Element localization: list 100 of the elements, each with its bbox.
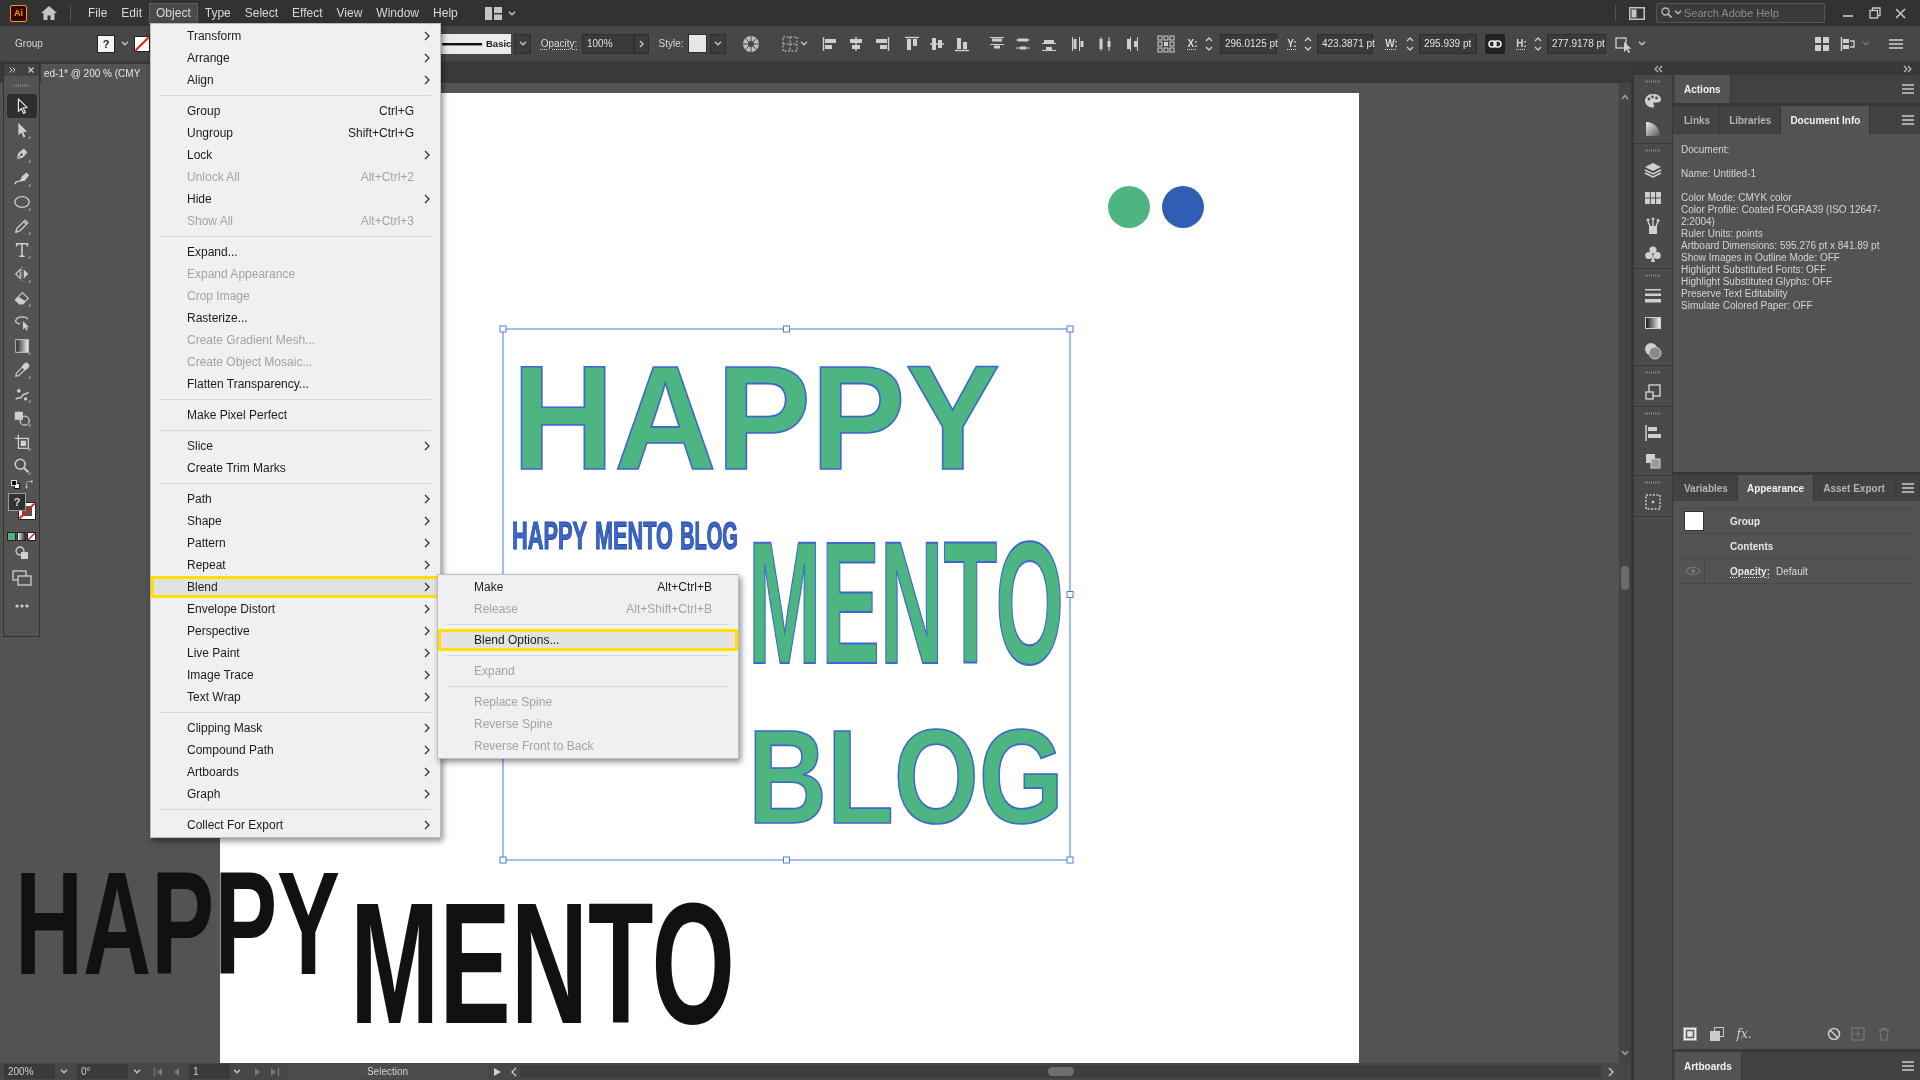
menu-item[interactable]: Object [149,2,198,24]
menu-item[interactable]: Repeat [151,554,440,576]
resize-handle[interactable] [783,856,790,864]
caret-down-icon[interactable] [60,1069,68,1074]
collapse-panels-icon[interactable] [1653,64,1663,73]
scrollbar-thumb[interactable] [1621,566,1629,590]
menu-item[interactable]: Pattern [151,532,440,554]
menu-item[interactable]: Make Alt+Ctrl+B [438,576,738,598]
caret-down-icon[interactable] [120,41,129,46]
menu-item[interactable]: Live Paint [151,642,440,664]
layered-squares-icon[interactable] [1710,1027,1724,1041]
panel-tab[interactable]: Artboards [1675,1052,1742,1080]
artboard-number-field[interactable]: 1 [189,1064,230,1079]
caret-down-icon[interactable] [1638,41,1646,46]
caret-down-icon[interactable] [133,1069,141,1074]
align-to-icon[interactable] [1840,35,1856,52]
caret-down-icon[interactable] [1674,10,1682,15]
menu-item[interactable]: Clipping Mask [151,717,440,739]
height-label[interactable]: H: [1516,38,1527,49]
menu-item[interactable]: Ungroup Shift+Ctrl+G [151,122,440,144]
vertical-scrollbar[interactable] [1619,83,1631,1063]
color-guide-icon[interactable] [1643,119,1663,139]
brush-dropdown[interactable]: Basic [441,33,511,54]
menu-item[interactable]: Hide [151,188,440,210]
panel-tab[interactable]: Actions [1675,75,1731,103]
resize-handle[interactable] [499,856,507,864]
menu-item[interactable]: Transform [151,25,440,47]
menu-item[interactable]: Path [151,488,440,510]
default-colors-icon[interactable] [11,479,20,489]
menu-item[interactable]: Edit [114,2,150,24]
workspace-layout-icon[interactable] [485,6,502,20]
menu-item[interactable]: Group Ctrl+G [151,100,440,122]
more-dots-icon[interactable] [14,604,29,608]
caret-down-icon[interactable] [800,41,808,46]
menu-item[interactable]: Lock [151,144,440,166]
style-swatch-icon[interactable] [688,34,707,53]
none-mode-icon[interactable] [27,531,36,541]
height-field[interactable]: 277.9178 pt [1547,33,1606,54]
menu-item[interactable]: Slice [151,435,440,457]
appearance-item[interactable]: Contents [1730,540,1774,552]
transform-icon[interactable] [1643,382,1663,402]
width-field[interactable]: 295.939 pt [1419,33,1477,54]
transform-grid-icon[interactable] [782,35,798,52]
constrain-proportions-button[interactable] [1485,33,1505,54]
transparency-icon[interactable] [1643,341,1663,361]
x-label[interactable]: X: [1187,38,1198,49]
grip-handle-icon[interactable] [13,83,30,87]
distribute-top-icon[interactable] [989,35,1005,52]
style-menu-button[interactable] [710,33,726,54]
menu-item[interactable]: Create Trim Marks [151,457,440,479]
align-icon[interactable] [1643,423,1663,443]
grip-handle-icon[interactable] [1645,411,1661,415]
align-horizontal-center-icon[interactable] [848,35,864,52]
color-wheel-icon[interactable] [742,34,760,53]
menu-item[interactable]: Shape [151,510,440,532]
grip-handle-icon[interactable] [1645,148,1661,152]
double-chevron-icon[interactable] [9,67,16,73]
appearance-item[interactable]: Group [1730,515,1760,527]
reference-point-icon[interactable] [1157,34,1175,53]
menu-item[interactable]: Perspective [151,620,440,642]
menu-item[interactable]: Compound Path [151,739,440,761]
resize-handle[interactable] [499,325,507,333]
chevron-right-icon[interactable] [1606,1066,1616,1077]
resize-handle[interactable] [1066,325,1074,333]
artboards-icon[interactable] [1643,492,1663,512]
stroke-swatch-icon[interactable] [134,35,150,52]
chevron-down-icon[interactable] [1621,1050,1629,1056]
menu-item[interactable]: Image Trace [151,664,440,686]
distribute-left-icon[interactable] [1071,35,1087,52]
align-right-icon[interactable] [874,35,890,52]
y-label[interactable]: Y: [1287,38,1297,49]
menu-item[interactable]: Blend [151,576,440,598]
align-top-icon[interactable] [904,35,920,52]
resize-handle[interactable] [1066,591,1074,598]
gradient-mode-icon[interactable] [17,531,26,541]
width-label[interactable]: W: [1385,38,1398,49]
panel-tab[interactable]: Document Info [1781,106,1871,134]
caret-down-icon[interactable] [233,1069,241,1074]
menu-item[interactable]: Rasterize... [151,307,440,329]
menu-item[interactable]: Arrange [151,47,440,69]
club-icon[interactable] [1643,244,1663,264]
pathfinder-icon[interactable] [1643,451,1663,471]
rotation-field[interactable]: 0° [77,1064,128,1079]
layers-icon[interactable] [1643,160,1663,180]
new-art-icon[interactable] [1683,1027,1697,1041]
scrollbar-thumb[interactable] [1048,1067,1074,1076]
menu-item[interactable]: Expand... [151,241,440,263]
caret-down-icon[interactable] [518,41,527,46]
grip-handle-icon[interactable] [1645,273,1661,277]
menu-item[interactable]: Text Wrap [151,686,440,708]
transform-options-icon[interactable] [1615,34,1633,53]
menu-item[interactable]: Envelope Distort [151,598,440,620]
brush-menu-button[interactable] [514,33,531,54]
grip-handle-icon[interactable] [1645,79,1661,83]
menu-item[interactable]: Help [426,2,465,24]
no-sign-icon[interactable] [1827,1027,1841,1041]
horizontal-scrollbar[interactable] [520,1065,1602,1078]
menu-item[interactable]: Window [369,2,427,24]
resize-handle[interactable] [783,325,790,333]
chevron-left-icon[interactable] [509,1066,519,1077]
